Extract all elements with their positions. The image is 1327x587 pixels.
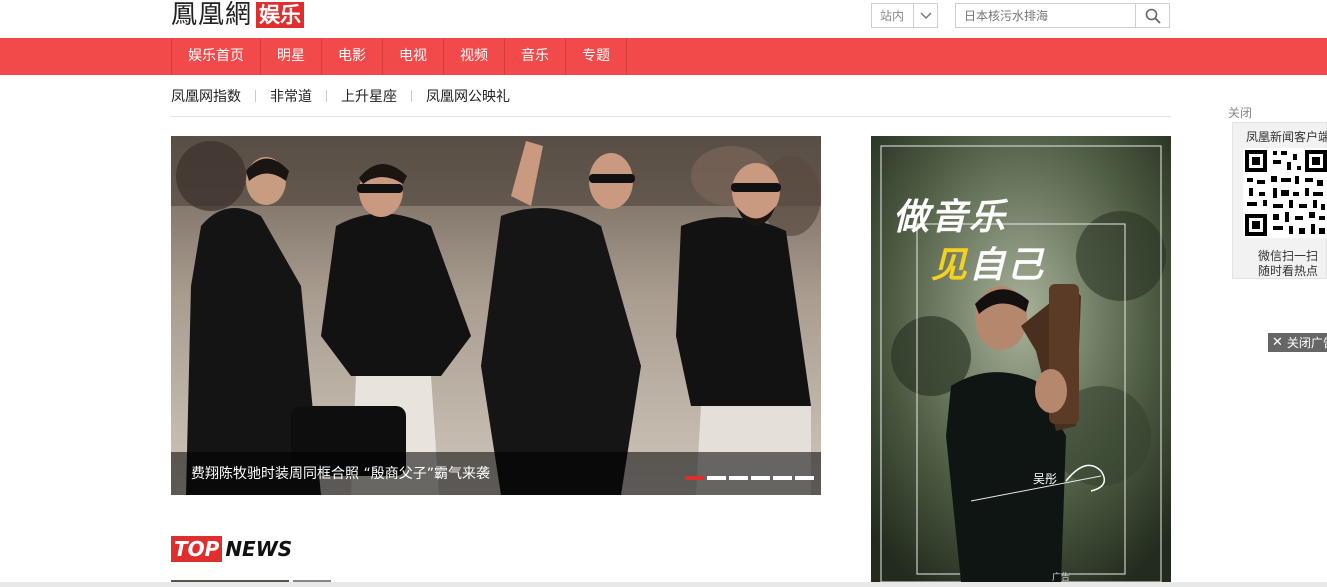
hero-photo: [171, 136, 821, 495]
site-logo[interactable]: 鳳凰網 娱乐: [171, 0, 305, 30]
slide-indicators: [685, 476, 814, 480]
nav-item[interactable]: 音乐: [505, 38, 566, 75]
slide-indicator[interactable]: [795, 476, 814, 480]
top-news-heading: TOP NEWS: [171, 535, 292, 563]
app-qr-panel: 凤凰新闻客户端 微信扫一扫 随时看热点: [1232, 122, 1327, 279]
close-qr-button[interactable]: 关闭: [1228, 104, 1252, 121]
slide-indicator[interactable]: [707, 476, 726, 480]
hero-caption[interactable]: 费翔陈牧驰时装周同框合照 “殷商父子”霸气来袭: [191, 463, 490, 483]
search-input[interactable]: [956, 4, 1135, 27]
ad-title-highlight: 见: [931, 244, 970, 286]
main-nav-list: 娱乐首页 明星 电影 电视 视频 音乐 专题: [171, 38, 627, 75]
search-button[interactable]: [1135, 4, 1169, 27]
ad-label: 广告: [1052, 573, 1071, 582]
close-ad-button[interactable]: ✕ 关闭广告: [1268, 333, 1327, 352]
main-nav: 娱乐首页 明星 电影 电视 视频 音乐 专题: [0, 38, 1327, 75]
search-icon: [1145, 8, 1161, 24]
sub-nav: 凤凰网指数 非常道 上升星座 凤凰网公映礼: [171, 86, 510, 106]
subnav-item[interactable]: 凤凰网公映礼: [426, 86, 510, 106]
ad-title-line2: 见自己: [931, 236, 1045, 288]
ad-title-line1: 做音乐: [893, 196, 1008, 238]
nav-item[interactable]: 娱乐首页: [172, 38, 261, 75]
search-box: [955, 3, 1170, 28]
subnav-separator: [326, 90, 327, 102]
nav-item[interactable]: 明星: [261, 38, 322, 75]
slide-indicator[interactable]: [751, 476, 770, 480]
horizontal-scrollbar[interactable]: [0, 582, 1327, 587]
subnav-separator: [255, 90, 256, 102]
subnav-separator: [411, 90, 412, 102]
top-news-news: NEWS: [225, 537, 293, 561]
subnav-item[interactable]: 凤凰网指数: [171, 86, 241, 106]
logo-text: 鳳凰網: [171, 0, 253, 30]
top-news-top: TOP: [171, 536, 223, 562]
logo-badge: 娱乐: [256, 2, 305, 28]
ad-title-rest: 自己: [969, 244, 1046, 286]
hero-slideshow[interactable]: 费翔陈牧驰时装周同框合照 “殷商父子”霸气来袭: [171, 136, 821, 495]
subnav-item[interactable]: 上升星座: [341, 86, 397, 106]
qr-title: 凤凰新闻客户端: [1246, 130, 1327, 144]
site-scope-label: 站内: [880, 9, 905, 23]
slide-indicator[interactable]: [729, 476, 748, 480]
qr-caption-line2: 随时看热点: [1258, 264, 1319, 278]
slide-indicator[interactable]: [773, 476, 792, 480]
ad-banner[interactable]: 做音乐 见自己 吴彤 广告: [871, 136, 1171, 582]
nav-item[interactable]: 电视: [383, 38, 444, 75]
ad-artist-name: 吴彤: [1033, 472, 1058, 486]
close-ad-label: 关闭广告: [1286, 336, 1327, 350]
slide-indicator[interactable]: [685, 476, 704, 480]
close-icon: ✕: [1272, 335, 1283, 350]
sub-nav-divider: [171, 116, 1171, 117]
subnav-item[interactable]: 非常道: [270, 86, 312, 106]
nav-item[interactable]: 专题: [566, 38, 627, 75]
nav-item[interactable]: 视频: [444, 38, 505, 75]
qr-code-image: [1243, 148, 1327, 238]
nav-item[interactable]: 电影: [322, 38, 383, 75]
site-scope-select[interactable]: 站内: [871, 3, 938, 28]
chevron-down-icon[interactable]: [913, 4, 937, 27]
